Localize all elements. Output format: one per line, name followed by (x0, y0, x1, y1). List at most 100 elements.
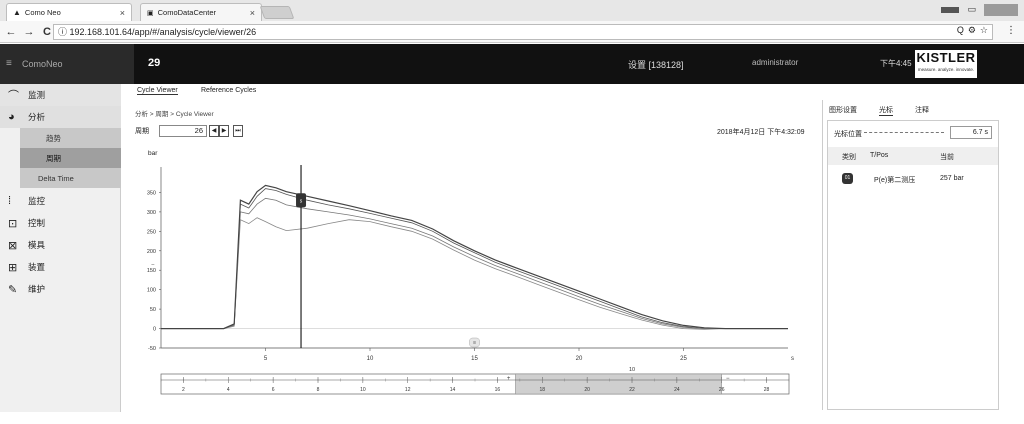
forward-icon[interactable]: → (22, 26, 36, 38)
sidebar-item-analysis[interactable]: ◕ 分析 (0, 106, 121, 128)
sidebar-item-maintenance[interactable]: ✎ 维护 (0, 278, 121, 300)
close-tab-icon[interactable]: × (250, 8, 255, 18)
back-icon[interactable]: ← (4, 26, 18, 38)
range-tick-label: 18 (540, 387, 546, 393)
view-tabs: Cycle Viewer Reference Cycles (121, 84, 821, 100)
app-brand[interactable]: ≡ ComoNeo (0, 44, 134, 84)
sidebar-item-monitor-overview[interactable]: ⌒ 监测 (0, 84, 121, 106)
y-tick-label: 200 (147, 249, 156, 255)
address-bar: ← → C ⓘ 192.168.101.64/app/#/analysis/cy… (0, 21, 1024, 43)
range-tick-label: 10 (360, 387, 366, 393)
y-tick-label: 350 (147, 190, 156, 196)
close-tab-icon[interactable]: × (120, 8, 125, 18)
sidebar-item-device[interactable]: ⊞ 装置 (0, 256, 121, 278)
range-tick-label: 12 (405, 387, 411, 393)
app-header: ≡ ComoNeo 29 设置 [138128] administrator 下… (0, 44, 1024, 84)
table-row[interactable]: 01 P(e)第二测压 257 bar (828, 165, 998, 193)
range-tick-label: 16 (495, 387, 501, 393)
cursor-position-row: 光标位置 6.7 s (834, 126, 994, 139)
user-label[interactable]: administrator (752, 58, 798, 67)
mold-icon: ⊠ (8, 239, 18, 252)
pressure-chart[interactable]: 350300250200150100500-50 5 10 15 20 25 s≡ s− … (121, 100, 821, 410)
cursor-position-input[interactable]: 6.7 s (950, 126, 992, 139)
range-tick-label: 4 (227, 387, 230, 393)
bookmark-star-icon[interactable]: ☆ (980, 25, 988, 36)
y-tick-label: 100 (147, 288, 156, 294)
sidebar-sub-label: 趋势 (46, 133, 61, 143)
range-tick-label: 8 (317, 387, 320, 393)
zoom-icon[interactable]: Q (957, 25, 964, 36)
y-tick-label: 150 (147, 268, 156, 274)
sidebar-sub-label: 周期 (46, 153, 61, 163)
tab-favicon-icon: ▲ (13, 8, 21, 17)
right-panel: 图形设置 光标 注释 光标位置 6.7 s 类别 T/Pos 当前 01 P(e… (822, 100, 1022, 410)
device-icon: ⊞ (8, 261, 18, 274)
clock-label: 下午4:45 (880, 59, 912, 68)
logo-tagline: measure. analyze. innovate. (917, 67, 975, 72)
sidebar-item-label: 模具 (28, 240, 46, 250)
sidebar-item-label: 分析 (28, 112, 46, 122)
sidebar-item-mold[interactable]: ⊠ 模具 (0, 234, 121, 256)
y-tick-label: 0 (153, 327, 156, 333)
col-type: 类别 (842, 154, 856, 161)
series-line (161, 197, 788, 330)
range-tick-label: 14 (450, 387, 456, 393)
cursor-position-label: 光标位置 (834, 131, 862, 138)
tab-reference-cycles[interactable]: Reference Cycles (201, 87, 256, 94)
browser-tab-comoneo[interactable]: ▲ Como Neo × (6, 3, 132, 21)
reload-icon[interactable]: C (40, 26, 54, 38)
range-selection (515, 373, 722, 395)
url-input[interactable]: ⓘ 192.168.101.64/app/#/analysis/cycle/vi… (53, 24, 993, 40)
hamburger-icon[interactable]: ≡ (6, 44, 12, 84)
page-bottom-margin (0, 412, 1024, 424)
col-tpos: T/Pos (870, 152, 889, 159)
current-cycle-number: 29 (148, 57, 161, 69)
logo-text: KISTLER (916, 50, 976, 65)
sidebar-item-label: 装置 (28, 262, 46, 272)
range-tick-label: 22 (629, 387, 635, 393)
y-tick-label: 50 (150, 307, 156, 313)
url-icons: Q ⚙ ☆ (957, 25, 988, 36)
sidebar-sub-cycle[interactable]: 周期 (20, 148, 121, 168)
sidebar-sub-label: Delta Time (38, 173, 74, 183)
browser-tab-datacenter[interactable]: ▣ ComoDataCenter × (140, 3, 262, 21)
tab-cursor[interactable]: 光标 (879, 105, 893, 116)
setting-label[interactable]: 设置 [138128] (628, 58, 684, 71)
sidebar-sub-trend[interactable]: 趋势 (20, 128, 121, 148)
y-tick-label: 300 (147, 210, 156, 216)
sidebar-item-monitor[interactable]: ⁞ 监控 (0, 190, 121, 212)
dashed-divider (864, 132, 944, 133)
maximize-button[interactable]: ▭ (967, 4, 976, 16)
range-tick-label: 24 (674, 387, 680, 393)
control-icon: ⊡ (8, 217, 18, 230)
sidebar: ⌒ 监测 ◕ 分析 趋势 周期 Delta Time ⁞ 监控 ⊡ 控制 ⊠ 模… (0, 84, 121, 412)
col-current: 当前 (940, 154, 954, 161)
browser-menu-icon[interactable]: ⋮ (1006, 25, 1016, 36)
cycle-viewer-panel: 分析 > 周期 > Cycle Viewer 周期 26 ◀ ▶ ⏭ 2018年… (121, 100, 821, 410)
sidebar-sub-delta-time[interactable]: Delta Time (20, 168, 121, 188)
tab-chart-settings[interactable]: 图形设置 (829, 105, 857, 115)
close-window-button[interactable] (984, 4, 1018, 16)
sidebar-item-control[interactable]: ⊡ 控制 (0, 212, 121, 234)
minimize-button[interactable] (941, 7, 960, 13)
kistler-logo: KISTLER measure. analyze. innovate. (915, 50, 977, 78)
wave-icon: ⌒ (8, 90, 19, 102)
series-line (161, 188, 788, 330)
maintenance-icon: ✎ (8, 283, 18, 296)
new-tab-button[interactable] (259, 6, 295, 19)
x-unit-label: s (791, 356, 794, 362)
sidebar-item-label: 控制 (28, 218, 46, 228)
tab-cycle-viewer[interactable]: Cycle Viewer (137, 87, 178, 95)
range-tick-label: 6 (272, 387, 275, 393)
y-tick-label: 250 (147, 229, 156, 235)
range-tick-label: 26 (719, 387, 725, 393)
range-handle-right: − (726, 376, 730, 382)
range-tick-label: 28 (764, 387, 770, 393)
sidebar-item-label: 监测 (28, 90, 46, 100)
translate-icon[interactable]: ⚙ (968, 25, 976, 36)
x-tick-label: 25 (680, 356, 687, 362)
tab-label: ComoDataCenter (157, 8, 216, 17)
range-handle-left: + (507, 376, 511, 382)
sensor-icon: 01 (842, 173, 853, 184)
tab-notes[interactable]: 注释 (915, 105, 929, 115)
